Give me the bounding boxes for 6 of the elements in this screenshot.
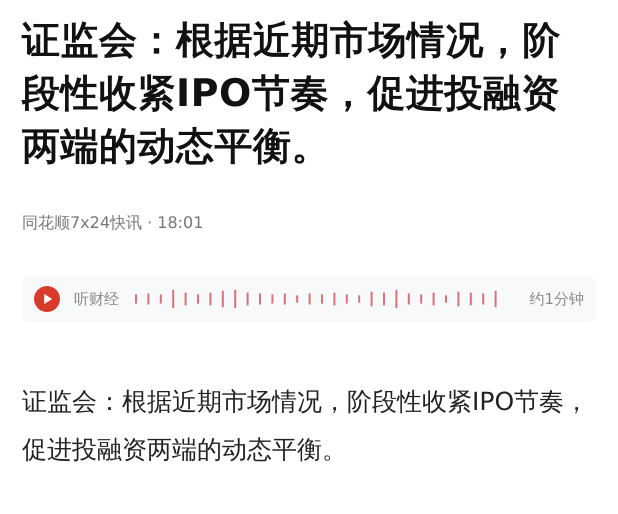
audio-label: 听财经 xyxy=(74,290,119,308)
duration-label: 约1分钟 xyxy=(529,290,584,308)
headline: 证监会：根据近期市场情况，阶段性收紧IPO节奏，促进投融资两端的动态平衡。 xyxy=(22,17,562,170)
source-line: 同花顺7x24快讯 · 18:01 xyxy=(22,213,204,234)
play-button[interactable] xyxy=(34,286,60,312)
article-text: 证监会：根据近期市场情况，阶段性收紧IPO节奏，促进投融资两端的动态平衡。 xyxy=(22,386,590,466)
